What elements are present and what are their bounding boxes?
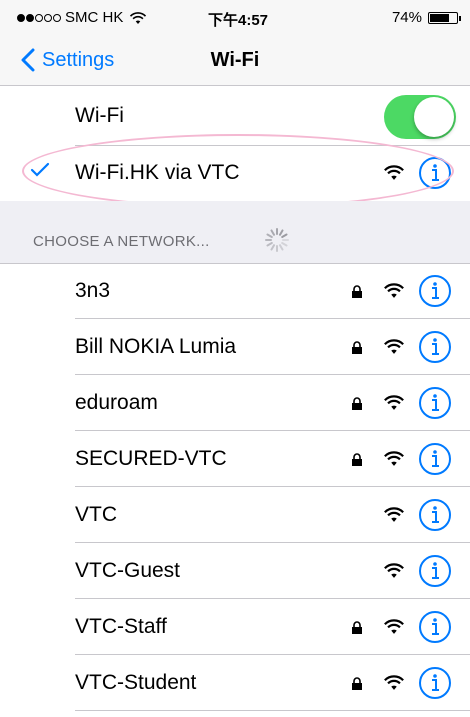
network-name: VTC-Staff xyxy=(75,615,167,638)
wifi-toggle-switch[interactable] xyxy=(384,95,456,139)
navigation-bar: Settings Wi-Fi xyxy=(0,36,470,86)
signal-dot xyxy=(26,13,34,22)
info-icon[interactable] xyxy=(418,554,452,588)
wifi-signal-icon xyxy=(384,507,404,522)
network-row[interactable]: VTC-Guest xyxy=(0,543,470,599)
lock-icon xyxy=(352,677,362,690)
network-row[interactable]: eduroam xyxy=(0,375,470,431)
toggle-knob xyxy=(414,97,454,137)
network-name: VTC-Student xyxy=(75,671,197,694)
network-name: VTC xyxy=(75,503,117,526)
section-title: CHOOSE A NETWORK... xyxy=(33,233,210,250)
network-section-header: CHOOSE A NETWORK... xyxy=(0,201,470,263)
wifi-signal-icon xyxy=(384,619,404,634)
network-name: 3n3 xyxy=(75,279,111,302)
network-row[interactable]: Bill NOKIA Lumia xyxy=(0,319,470,375)
network-name: eduroam xyxy=(75,391,158,414)
network-list: 3n3 Bill NOKIA Lumia eduroam SECURED-VTC… xyxy=(0,263,470,711)
battery-icon xyxy=(428,11,461,24)
wifi-toggle-label: Wi-Fi xyxy=(75,104,124,127)
wifi-signal-icon xyxy=(384,451,404,466)
network-row[interactable]: VTC-Student xyxy=(0,655,470,711)
status-bar: SMC HK 下午4:57 74% xyxy=(0,0,470,36)
info-icon[interactable] xyxy=(418,666,452,700)
wifi-toggle-row: Wi-Fi xyxy=(0,87,470,145)
wifi-signal-icon xyxy=(384,395,404,410)
info-icon[interactable] xyxy=(418,156,452,190)
status-wifi-icon xyxy=(130,11,147,24)
wifi-signal-icon xyxy=(384,675,404,690)
network-row[interactable]: SECURED-VTC xyxy=(0,431,470,487)
status-time: 下午4:57 xyxy=(208,12,269,29)
battery-percent: 74% xyxy=(391,9,422,26)
lock-icon xyxy=(352,341,362,354)
signal-strength-dots xyxy=(17,13,61,22)
loading-spinner-icon xyxy=(265,228,289,252)
info-icon[interactable] xyxy=(418,274,452,308)
network-name: Bill NOKIA Lumia xyxy=(75,335,237,358)
info-icon[interactable] xyxy=(418,610,452,644)
info-icon[interactable] xyxy=(418,498,452,532)
signal-dot xyxy=(44,13,52,22)
connected-network-name: Wi-Fi.HK via VTC xyxy=(75,161,240,184)
row-divider xyxy=(75,710,470,711)
page-title: Wi-Fi xyxy=(210,49,260,71)
lock-icon xyxy=(352,621,362,634)
network-name: SECURED-VTC xyxy=(75,447,227,470)
network-row[interactable]: VTC-Staff xyxy=(0,599,470,655)
info-icon[interactable] xyxy=(418,330,452,364)
wifi-signal-icon xyxy=(384,165,404,180)
info-icon[interactable] xyxy=(418,442,452,476)
signal-dot xyxy=(35,13,43,22)
signal-dot xyxy=(17,13,25,22)
battery-info: 74% xyxy=(391,9,461,26)
info-icon[interactable] xyxy=(418,386,452,420)
connected-network-row[interactable]: Wi-Fi.HK via VTC xyxy=(0,146,470,200)
lock-icon xyxy=(352,285,362,298)
carrier-name: SMC HK xyxy=(65,9,124,26)
checkmark-icon xyxy=(30,162,50,177)
battery-level-fill xyxy=(430,13,450,22)
lock-icon xyxy=(352,453,362,466)
network-row[interactable]: VTC xyxy=(0,487,470,543)
lock-icon xyxy=(352,397,362,410)
network-name: VTC-Guest xyxy=(75,559,181,582)
wifi-signal-icon xyxy=(384,563,404,578)
signal-dot xyxy=(53,13,61,22)
network-row[interactable]: 3n3 xyxy=(0,263,470,319)
wifi-signal-icon xyxy=(384,339,404,354)
carrier-info: SMC HK xyxy=(17,9,147,26)
wifi-signal-icon xyxy=(384,283,404,298)
